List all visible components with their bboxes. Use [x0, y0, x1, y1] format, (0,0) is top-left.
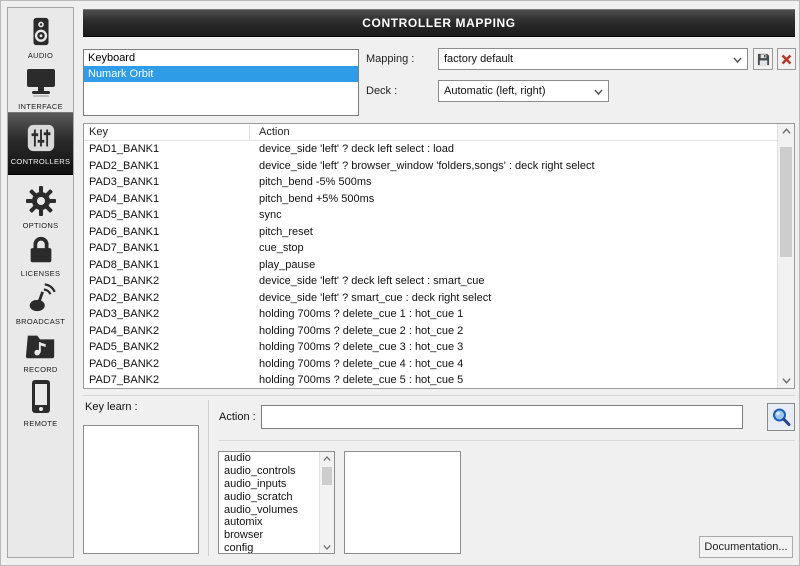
sidebar-item-label: CONTROLLERS	[11, 157, 71, 166]
table-row[interactable]: PAD2_BANK1device_side 'left' ? browser_w…	[84, 158, 794, 175]
page-title: CONTROLLER MAPPING	[362, 16, 515, 30]
sidebar-item-audio[interactable]: AUDIO	[8, 16, 73, 60]
sidebar-item-label: AUDIO	[28, 51, 53, 60]
delete-mapping-button[interactable]	[777, 48, 796, 70]
mapping-label: Mapping :	[366, 53, 414, 65]
gear-icon	[24, 184, 58, 218]
record-icon	[25, 330, 57, 362]
lock-icon	[25, 234, 57, 266]
device-list-item-selected[interactable]: Numark Orbit	[84, 66, 358, 82]
mapping-table: Key Action PAD1_BANK1device_side 'left' …	[83, 123, 795, 389]
sidebar-item-licenses[interactable]: LICENSES	[8, 234, 73, 278]
table-row[interactable]: PAD2_BANK2device_side 'left' ? smart_cue…	[84, 290, 794, 307]
mixer-icon	[25, 122, 57, 154]
table-row[interactable]: PAD1_BANK2device_side 'left' ? deck left…	[84, 273, 794, 290]
scroll-down-icon[interactable]	[320, 540, 334, 553]
action-label: Action :	[219, 411, 256, 423]
scroll-up-icon[interactable]	[320, 452, 334, 465]
chevron-down-icon	[593, 86, 604, 97]
sidebar-item-options[interactable]: OPTIONS	[8, 184, 73, 230]
column-divider	[249, 125, 250, 140]
action-category-list: audio audio_controls audio_inputs audio_…	[218, 451, 335, 554]
sidebar-item-label: REMOTE	[24, 419, 58, 428]
table-row[interactable]: PAD4_BANK2holding 700ms ? delete_cue 2 :…	[84, 323, 794, 340]
speaker-icon	[25, 16, 57, 48]
monitor-icon	[24, 65, 58, 99]
device-list: Keyboard Numark Orbit	[83, 49, 359, 116]
category-item[interactable]: audio	[219, 452, 334, 465]
bottom-panel-divider	[83, 395, 795, 396]
table-row[interactable]: PAD6_BANK1pitch_reset	[84, 224, 794, 241]
table-row[interactable]: PAD3_BANK1pitch_bend -5% 500ms	[84, 174, 794, 191]
remote-icon	[24, 378, 58, 416]
sidebar-item-label: LICENSES	[21, 269, 61, 278]
horizontal-divider	[219, 440, 795, 441]
category-scrollbar-thumb[interactable]	[322, 467, 332, 485]
table-row[interactable]: PAD5_BANK2holding 700ms ? delete_cue 3 :…	[84, 339, 794, 356]
key-learn-label: Key learn :	[85, 401, 138, 413]
controller-mapping-window: AUDIO INTERFACE CONTROLLERS OPTIONS LICE	[0, 0, 800, 566]
table-row[interactable]: PAD7_BANK1cue_stop	[84, 240, 794, 257]
save-icon	[757, 53, 770, 66]
table-row[interactable]: PAD5_BANK1sync	[84, 207, 794, 224]
action-input[interactable]	[261, 405, 743, 429]
table-row[interactable]: PAD7_BANK2holding 700ms ? delete_cue 5 :…	[84, 372, 794, 389]
category-item[interactable]: automix	[219, 516, 334, 529]
save-mapping-button[interactable]	[753, 48, 773, 70]
sidebar-item-broadcast[interactable]: BROADCAST	[8, 282, 73, 326]
deck-value: Automatic (left, right)	[444, 85, 545, 97]
delete-x-icon	[781, 54, 792, 65]
column-header-action[interactable]: Action	[259, 124, 290, 141]
page-title-bar: CONTROLLER MAPPING	[83, 9, 795, 37]
broadcast-icon	[25, 282, 57, 314]
mapping-value: factory default	[444, 53, 513, 65]
table-row[interactable]: PAD3_BANK2holding 700ms ? delete_cue 1 :…	[84, 306, 794, 323]
table-row[interactable]: PAD4_BANK1pitch_bend +5% 500ms	[84, 191, 794, 208]
sidebar-item-remote[interactable]: REMOTE	[8, 378, 73, 428]
scroll-down-icon[interactable]	[778, 373, 794, 388]
sidebar-item-label: RECORD	[23, 365, 57, 374]
table-scrollbar-thumb[interactable]	[780, 147, 792, 257]
table-row[interactable]: PAD8_BANK1play_pause	[84, 257, 794, 274]
chevron-down-icon	[732, 54, 743, 65]
documentation-button[interactable]: Documentation...	[699, 536, 793, 558]
action-parameter-list[interactable]	[344, 451, 461, 554]
sidebar-item-label: BROADCAST	[16, 317, 65, 326]
category-item[interactable]: audio_inputs	[219, 478, 334, 491]
deck-select[interactable]: Automatic (left, right)	[438, 80, 609, 102]
settings-sidebar: AUDIO INTERFACE CONTROLLERS OPTIONS LICE	[7, 7, 74, 558]
column-header-key[interactable]: Key	[89, 124, 108, 141]
category-item[interactable]: config	[219, 542, 334, 554]
search-icon	[771, 407, 791, 427]
sidebar-item-interface[interactable]: INTERFACE	[8, 65, 73, 111]
table-header: Key Action	[84, 124, 794, 141]
sidebar-item-controllers[interactable]: CONTROLLERS	[8, 112, 73, 175]
sidebar-item-label: INTERFACE	[18, 102, 63, 111]
category-item[interactable]: browser	[219, 529, 334, 542]
vertical-divider	[208, 400, 209, 556]
key-learn-list[interactable]	[83, 425, 199, 554]
sidebar-item-record[interactable]: RECORD	[8, 330, 73, 374]
mapping-select[interactable]: factory default	[438, 48, 748, 70]
deck-label: Deck :	[366, 85, 397, 97]
table-scrollbar[interactable]	[777, 124, 794, 388]
category-item[interactable]: audio_volumes	[219, 504, 334, 517]
device-list-item[interactable]: Keyboard	[84, 50, 358, 66]
category-scrollbar[interactable]	[319, 452, 334, 553]
scroll-up-icon[interactable]	[778, 124, 794, 139]
sidebar-item-label: OPTIONS	[23, 221, 59, 230]
table-row[interactable]: PAD1_BANK1device_side 'left' ? deck left…	[84, 141, 794, 158]
search-action-button[interactable]	[767, 403, 795, 431]
table-row[interactable]: PAD6_BANK2holding 700ms ? delete_cue 4 :…	[84, 356, 794, 373]
category-item[interactable]: audio_scratch	[219, 491, 334, 504]
category-item[interactable]: audio_controls	[219, 465, 334, 478]
